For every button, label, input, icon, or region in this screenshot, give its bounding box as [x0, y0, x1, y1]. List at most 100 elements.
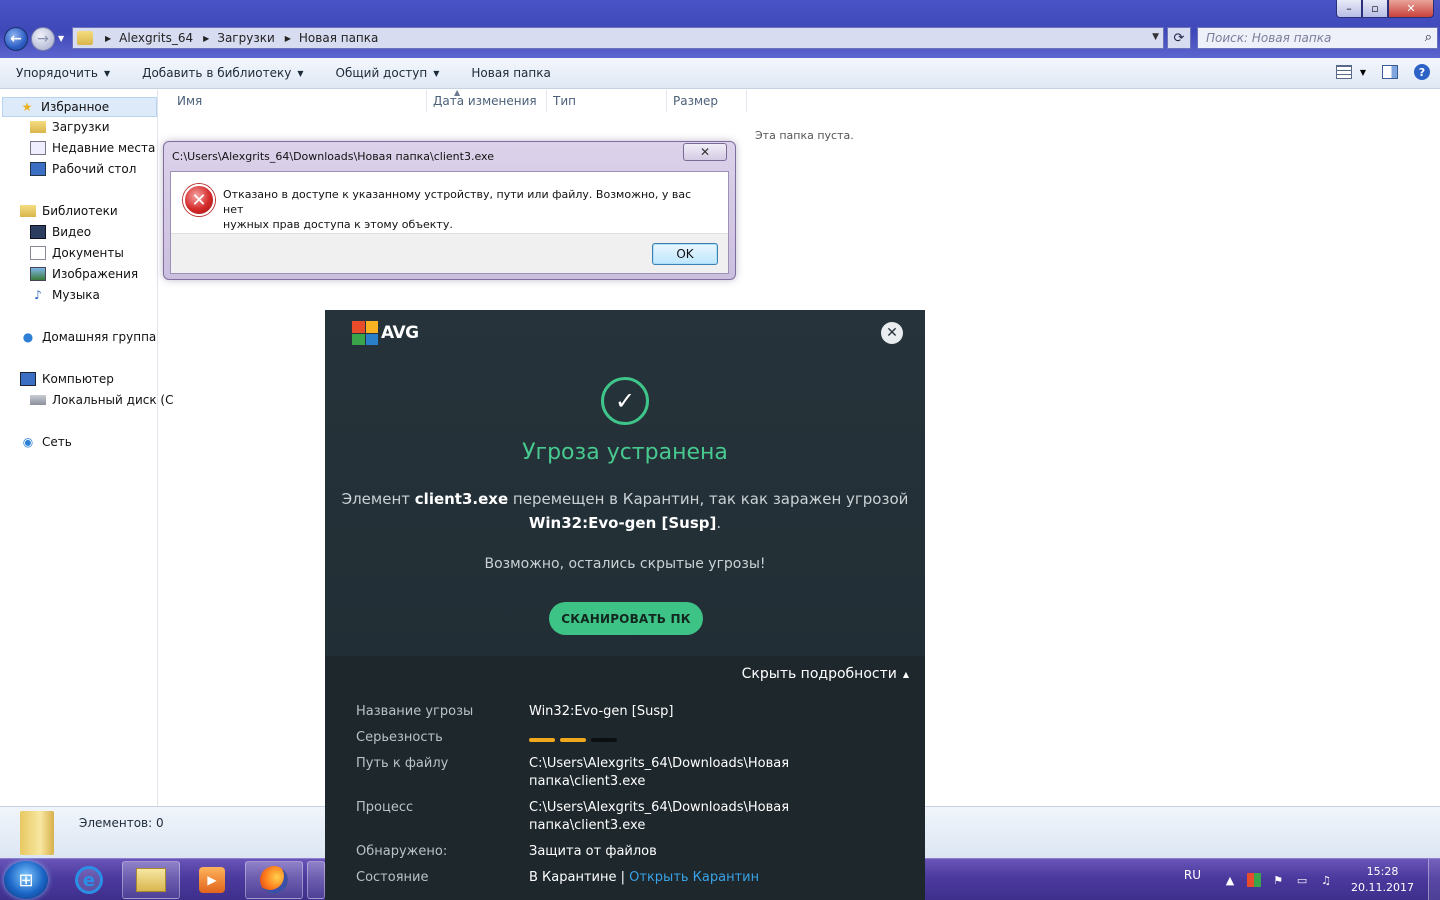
video-icon — [30, 225, 46, 239]
severity-segment — [591, 738, 617, 742]
ok-button[interactable]: OK — [652, 243, 718, 265]
maximize-button[interactable]: ▫ — [1362, 0, 1388, 18]
network-tray-icon[interactable]: ▭ — [1295, 873, 1309, 887]
documents-icon — [30, 246, 46, 260]
organize-menu[interactable]: Упорядочить ▼ — [0, 66, 126, 80]
chevron-right-icon[interactable]: ▶ — [105, 34, 111, 43]
clock-time: 15:28 — [1366, 865, 1399, 878]
share-menu[interactable]: Общий доступ ▼ — [320, 66, 456, 80]
forward-button[interactable]: → — [31, 27, 55, 51]
nav-documents[interactable]: Документы — [30, 246, 124, 260]
dialog-close-button[interactable]: ✕ — [683, 143, 727, 161]
show-desktop-button[interactable] — [1428, 859, 1440, 900]
nav-computer[interactable]: Компьютер — [20, 372, 114, 386]
nav-network[interactable]: ◉ Сеть — [20, 435, 72, 449]
nav-libraries[interactable]: Библиотеки — [20, 204, 118, 218]
window-controls: – ▫ ✕ — [1336, 0, 1434, 18]
taskbar-firefox[interactable] — [245, 861, 303, 899]
command-bar: Упорядочить ▼ Добавить в библиотеку ▼ Общи… — [0, 58, 1440, 89]
column-divider[interactable] — [426, 90, 427, 112]
new-folder-label: Новая папка — [471, 66, 551, 80]
taskbar-media-player[interactable]: ▶ — [183, 861, 241, 899]
nav-recent[interactable]: Недавние места — [30, 141, 155, 155]
recent-places-icon — [30, 141, 46, 155]
column-divider[interactable] — [746, 90, 747, 112]
detected-label: Обнаружено: — [356, 844, 448, 859]
process-value: C:\Users\Alexgrits_64\Downloads\Новая па… — [529, 800, 790, 833]
chevron-right-icon[interactable]: ▶ — [203, 34, 209, 43]
add-to-library-menu[interactable]: Добавить в библиотеку ▼ — [126, 66, 319, 80]
open-quarantine-link[interactable]: Открыть Карантин — [629, 870, 759, 885]
network-icon: ◉ — [22, 435, 34, 449]
nav-images[interactable]: Изображения — [30, 267, 138, 281]
nav-desktop[interactable]: Рабочий стол — [30, 162, 136, 176]
search-input[interactable]: Поиск: Новая папка ⌕ — [1197, 27, 1438, 49]
share-label: Общий доступ — [335, 66, 428, 80]
language-indicator[interactable]: RU — [1184, 868, 1201, 882]
avg-message-text: Элемент — [341, 490, 410, 508]
nav-computer-label: Компьютер — [42, 372, 114, 386]
nav-local-disk[interactable]: Локальный диск (C — [30, 393, 173, 407]
recent-pages-dropdown[interactable]: ▼ — [58, 34, 64, 43]
column-divider[interactable] — [666, 90, 667, 112]
avg-details-panel: Скрыть подробности ▲ Название угрозы Win3… — [325, 656, 925, 900]
show-hidden-icons[interactable]: ▲ — [1223, 873, 1237, 887]
scan-pc-button[interactable]: СКАНИРОВАТЬ ПК — [549, 602, 703, 635]
empty-folder-message: Эта папка пуста. — [755, 129, 854, 142]
caret-down-icon: ▼ — [433, 68, 440, 78]
nav-favorites[interactable]: ★ Избранное — [2, 97, 157, 117]
nav-libraries-label: Библиотеки — [42, 204, 118, 218]
state-text: В Карантине | — [529, 870, 625, 885]
help-icon[interactable]: ? — [1414, 64, 1430, 80]
nav-video[interactable]: Видео — [30, 225, 91, 239]
hard-disk-icon — [30, 395, 46, 405]
desktop-icon — [30, 162, 46, 176]
dialog-body: ✕ Отказано в доступе к указанному устрой… — [170, 171, 729, 274]
column-type[interactable]: Тип — [553, 94, 576, 108]
action-center-icon[interactable]: ⚑ — [1271, 873, 1285, 887]
dialog-message: Отказано в доступе к указанному устройст… — [223, 187, 703, 232]
column-size[interactable]: Размер — [673, 94, 718, 108]
column-headers: ▲ Имя Дата изменения Тип Размер — [160, 88, 760, 112]
hide-details-toggle[interactable]: Скрыть подробности ▲ — [742, 666, 909, 682]
downloads-folder-icon — [30, 121, 46, 133]
refresh-icon: ⟳ — [1173, 30, 1185, 46]
clock[interactable]: 15:28 20.11.2017 — [1351, 864, 1414, 896]
taskbar-app[interactable] — [307, 861, 325, 899]
breadcrumb-user[interactable]: Alexgrits_64 — [119, 31, 193, 45]
avg-close-button[interactable]: ✕ — [881, 322, 903, 344]
firefox-icon — [260, 866, 288, 894]
breadcrumb-downloads[interactable]: Загрузки — [217, 31, 275, 45]
severity-segment — [529, 738, 555, 742]
start-button[interactable]: ⊞ — [4, 861, 48, 899]
search-icon[interactable]: ⌕ — [1425, 30, 1432, 45]
nav-homegroup[interactable]: ● Домашняя группа — [20, 330, 157, 344]
refresh-button[interactable]: ⟳ — [1167, 27, 1191, 49]
new-folder-button[interactable]: Новая папка — [455, 66, 566, 80]
nav-downloads[interactable]: Загрузки — [30, 120, 110, 134]
chevron-right-icon[interactable]: ▶ — [285, 34, 291, 43]
window-titlebar: – ▫ ✕ ← → ▼ ▶ Alexgrits_64 ▶ Загрузки ▶ … — [0, 0, 1440, 58]
taskbar-explorer[interactable] — [122, 861, 180, 899]
minimize-button[interactable]: – — [1336, 0, 1362, 18]
avg-hint: Возможно, остались скрытые угрозы! — [484, 556, 766, 572]
change-view-button[interactable]: ▼ — [1335, 65, 1366, 79]
column-name[interactable]: Имя — [177, 94, 202, 108]
avg-tray-icon[interactable] — [1247, 873, 1262, 887]
address-bar[interactable]: ▶ Alexgrits_64 ▶ Загрузки ▶ Новая папка … — [72, 27, 1164, 49]
avg-message-threat: Win32:Evo-gen [Susp]. — [325, 514, 925, 532]
taskbar-internet-explorer[interactable]: e — [60, 861, 118, 899]
chevron-down-icon[interactable]: ▼ — [1152, 32, 1159, 42]
volume-icon[interactable]: ♫ — [1319, 873, 1333, 887]
nav-network-label: Сеть — [42, 435, 72, 449]
severity-label: Серьезность — [356, 730, 443, 745]
preview-pane-icon[interactable] — [1382, 65, 1398, 79]
close-button[interactable]: ✕ — [1388, 0, 1434, 18]
column-date[interactable]: Дата изменения — [433, 94, 537, 108]
breadcrumb-new-folder[interactable]: Новая папка — [299, 31, 378, 45]
avg-threat-name: Win32:Evo-gen [Susp] — [528, 514, 717, 532]
column-divider[interactable] — [546, 90, 547, 112]
caret-down-icon: ▼ — [1359, 67, 1366, 77]
nav-music[interactable]: ♪ Музыка — [30, 288, 100, 302]
back-button[interactable]: ← — [4, 27, 28, 51]
